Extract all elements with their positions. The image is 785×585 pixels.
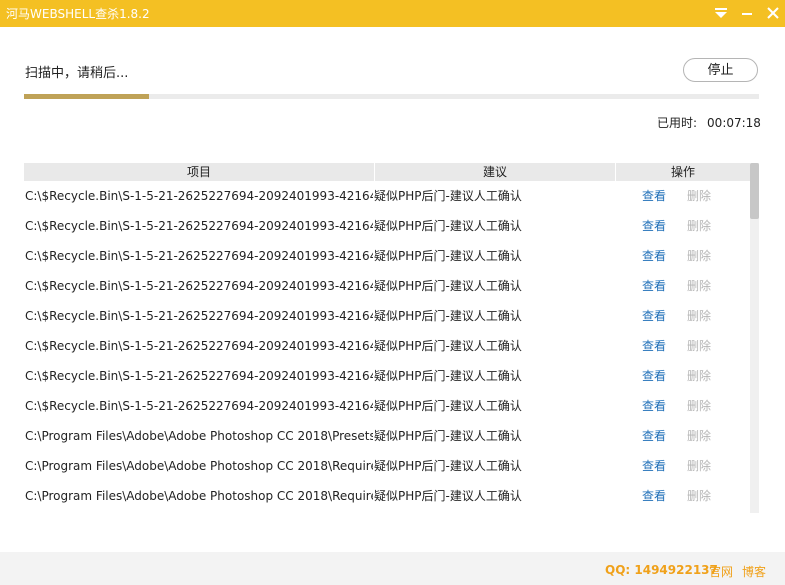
- table-row[interactable]: C:\$Recycle.Bin\S-1-5-21-2625227694-2092…: [24, 181, 750, 211]
- menu-button[interactable]: [709, 0, 733, 27]
- table-row[interactable]: C:\$Recycle.Bin\S-1-5-21-2625227694-2092…: [24, 361, 750, 391]
- view-link[interactable]: 查看: [642, 391, 672, 421]
- file-path-cell: C:\Program Files\Adobe\Adobe Photoshop C…: [25, 459, 373, 473]
- footer: QQ: 1494922137 官网 博客: [0, 552, 785, 585]
- table-body: C:\$Recycle.Bin\S-1-5-21-2625227694-2092…: [24, 181, 750, 511]
- delete-link[interactable]: 删除: [687, 391, 717, 421]
- file-path-cell: C:\$Recycle.Bin\S-1-5-21-2625227694-2092…: [25, 369, 373, 383]
- view-link[interactable]: 查看: [642, 451, 672, 481]
- view-link[interactable]: 查看: [642, 211, 672, 241]
- suggestion-cell: 疑似PHP后门-建议人工确认: [374, 399, 522, 413]
- column-header-suggestion: 建议: [482, 165, 507, 179]
- column-header-item: 项目: [186, 165, 211, 179]
- table-header: 项目 建议 操作: [24, 163, 750, 181]
- suggestion-cell: 疑似PHP后门-建议人工确认: [374, 489, 522, 503]
- elapsed-time: 已用时: 00:07:18: [657, 114, 761, 131]
- delete-link[interactable]: 删除: [687, 301, 717, 331]
- delete-link[interactable]: 删除: [687, 271, 717, 301]
- minimize-icon: [742, 13, 752, 15]
- view-link[interactable]: 查看: [642, 241, 672, 271]
- suggestion-cell: 疑似PHP后门-建议人工确认: [374, 189, 522, 203]
- delete-link[interactable]: 删除: [687, 331, 717, 361]
- file-path-cell: C:\$Recycle.Bin\S-1-5-21-2625227694-2092…: [25, 339, 373, 353]
- close-button[interactable]: [761, 0, 785, 27]
- table-row[interactable]: C:\Program Files\Adobe\Adobe Photoshop C…: [24, 421, 750, 451]
- website-link[interactable]: 官网: [709, 563, 733, 580]
- suggestion-cell: 疑似PHP后门-建议人工确认: [374, 279, 522, 293]
- table-row[interactable]: C:\$Recycle.Bin\S-1-5-21-2625227694-2092…: [24, 211, 750, 241]
- table-row[interactable]: C:\$Recycle.Bin\S-1-5-21-2625227694-2092…: [24, 391, 750, 421]
- file-path-cell: C:\$Recycle.Bin\S-1-5-21-2625227694-2092…: [25, 399, 373, 413]
- window-title: 河马WEBSHELL查杀1.8.2: [6, 7, 150, 21]
- delete-link[interactable]: 删除: [687, 421, 717, 451]
- view-link[interactable]: 查看: [642, 361, 672, 391]
- stop-button[interactable]: 停止: [683, 58, 758, 82]
- suggestion-cell: 疑似PHP后门-建议人工确认: [374, 429, 522, 443]
- table-scrollbar[interactable]: [750, 163, 759, 513]
- table-row[interactable]: C:\$Recycle.Bin\S-1-5-21-2625227694-2092…: [24, 331, 750, 361]
- scan-progress-fill: [24, 94, 149, 99]
- table-row[interactable]: C:\$Recycle.Bin\S-1-5-21-2625227694-2092…: [24, 241, 750, 271]
- delete-link[interactable]: 删除: [687, 361, 717, 391]
- elapsed-value: 00:07:18: [707, 116, 761, 130]
- scan-status-text: 扫描中，请稍后...: [25, 66, 129, 81]
- file-path-cell: C:\$Recycle.Bin\S-1-5-21-2625227694-2092…: [25, 219, 373, 233]
- suggestion-cell: 疑似PHP后门-建议人工确认: [374, 249, 522, 263]
- suggestion-cell: 疑似PHP后门-建议人工确认: [374, 459, 522, 473]
- file-path-cell: C:\Program Files\Adobe\Adobe Photoshop C…: [25, 489, 373, 503]
- view-link[interactable]: 查看: [642, 421, 672, 451]
- column-header-action: 操作: [670, 165, 695, 179]
- delete-link[interactable]: 删除: [687, 481, 717, 511]
- suggestion-cell: 疑似PHP后门-建议人工确认: [374, 339, 522, 353]
- table-row[interactable]: C:\Program Files\Adobe\Adobe Photoshop C…: [24, 481, 750, 511]
- file-path-cell: C:\$Recycle.Bin\S-1-5-21-2625227694-2092…: [25, 279, 373, 293]
- suggestion-cell: 疑似PHP后门-建议人工确认: [374, 369, 522, 383]
- view-link[interactable]: 查看: [642, 481, 672, 511]
- table-row[interactable]: C:\$Recycle.Bin\S-1-5-21-2625227694-2092…: [24, 271, 750, 301]
- suggestion-cell: 疑似PHP后门-建议人工确认: [374, 219, 522, 233]
- menu-icon: [715, 8, 727, 18]
- file-path-cell: C:\$Recycle.Bin\S-1-5-21-2625227694-2092…: [25, 249, 373, 263]
- title-bar: 河马WEBSHELL查杀1.8.2: [0, 0, 785, 27]
- scan-progress-bar: [24, 94, 759, 99]
- table-row[interactable]: C:\$Recycle.Bin\S-1-5-21-2625227694-2092…: [24, 301, 750, 331]
- scrollbar-thumb[interactable]: [750, 163, 759, 219]
- close-icon: [767, 7, 779, 19]
- view-link[interactable]: 查看: [642, 181, 672, 211]
- file-path-cell: C:\$Recycle.Bin\S-1-5-21-2625227694-2092…: [25, 309, 373, 323]
- delete-link[interactable]: 删除: [687, 211, 717, 241]
- suggestion-cell: 疑似PHP后门-建议人工确认: [374, 309, 522, 323]
- delete-link[interactable]: 删除: [687, 181, 717, 211]
- file-path-cell: C:\$Recycle.Bin\S-1-5-21-2625227694-2092…: [25, 189, 373, 203]
- table-row[interactable]: C:\Program Files\Adobe\Adobe Photoshop C…: [24, 451, 750, 481]
- file-path-cell: C:\Program Files\Adobe\Adobe Photoshop C…: [25, 429, 373, 443]
- qq-contact: QQ: 1494922137: [605, 563, 718, 577]
- delete-link[interactable]: 删除: [687, 241, 717, 271]
- elapsed-label: 已用时:: [657, 116, 698, 130]
- blog-link[interactable]: 博客: [742, 563, 766, 580]
- view-link[interactable]: 查看: [642, 301, 672, 331]
- results-table: 项目 建议 操作 C:\$Recycle.Bin\S-1-5-21-262522…: [24, 163, 750, 511]
- view-link[interactable]: 查看: [642, 271, 672, 301]
- minimize-button[interactable]: [735, 0, 759, 27]
- delete-link[interactable]: 删除: [687, 451, 717, 481]
- view-link[interactable]: 查看: [642, 331, 672, 361]
